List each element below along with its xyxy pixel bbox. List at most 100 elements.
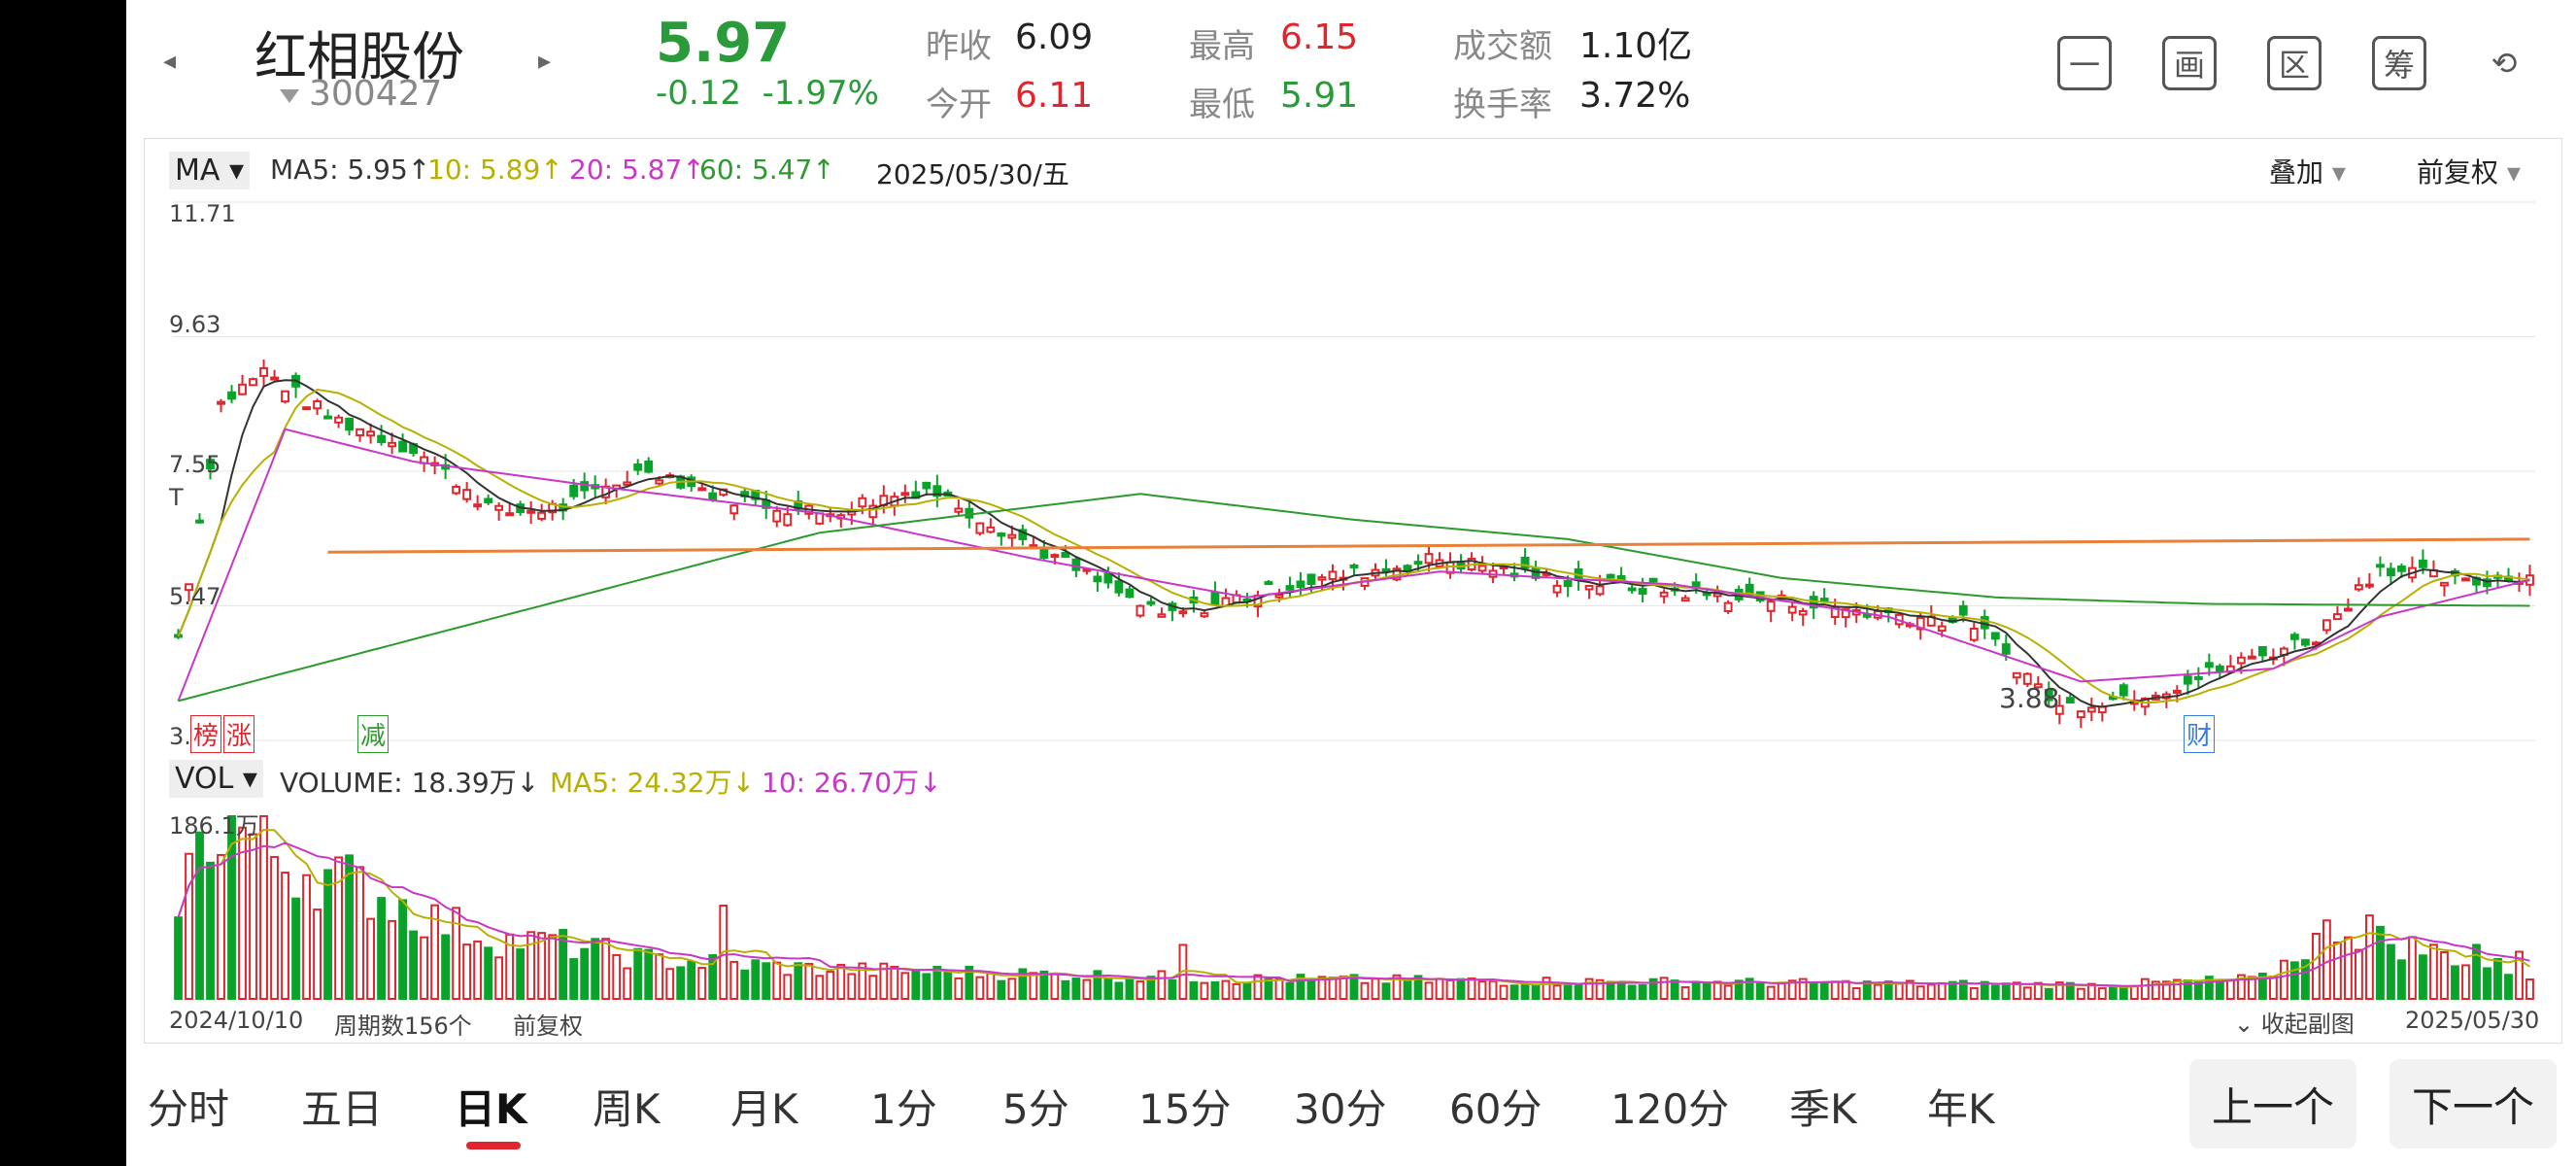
- candle-body: [2419, 559, 2427, 568]
- candle-body: [2397, 566, 2406, 572]
- volume-bar: [2322, 919, 2331, 1000]
- reduce-badge[interactable]: 减: [357, 715, 390, 753]
- volume-bar: [441, 934, 451, 1001]
- volume-bar: [259, 815, 268, 1000]
- tab-30min[interactable]: 30分: [1294, 1077, 1386, 1136]
- tab-daily-k[interactable]: 日K: [455, 1077, 527, 1136]
- volume-bar: [612, 953, 622, 1001]
- candle-body: [2289, 634, 2299, 640]
- tab-15min[interactable]: 15分: [1138, 1077, 1231, 1136]
- candle-body: [697, 487, 707, 492]
- volume-bar: [1445, 979, 1455, 1001]
- candle-body: [1424, 553, 1434, 565]
- candle-body: [2387, 567, 2395, 577]
- tab-60min[interactable]: 60分: [1449, 1077, 1542, 1136]
- volume-bar: [452, 907, 461, 1000]
- volume-bar: [815, 975, 825, 1000]
- volume-bar: [2289, 961, 2299, 1000]
- tab-5min[interactable]: 5分: [1002, 1077, 1069, 1136]
- tab-120min[interactable]: 120分: [1610, 1077, 1729, 1136]
- price-tick: 9.63: [169, 311, 221, 338]
- candle-body: [227, 391, 236, 400]
- collapse-subchart-button[interactable]: ⌄ 收起副图: [2234, 1005, 2355, 1039]
- volume-bar: [1125, 977, 1135, 1000]
- tab-intraday[interactable]: 分时: [148, 1077, 229, 1136]
- candle-body: [1071, 558, 1081, 571]
- volume-bar: [398, 899, 408, 1000]
- volume-bar: [900, 972, 910, 1000]
- volume-bar: [762, 962, 771, 1001]
- volume-bar: [623, 967, 632, 1001]
- candle-body: [1146, 600, 1156, 605]
- candle-body: [2076, 710, 2085, 719]
- candle-body: [708, 492, 718, 501]
- volume-bar: [986, 973, 996, 1001]
- volume-bar: [195, 831, 204, 1000]
- candle-body: [1039, 547, 1049, 559]
- volume-bar: [1157, 970, 1167, 1001]
- candle-body: [1061, 551, 1070, 559]
- candle-body: [655, 479, 664, 485]
- volume-bar: [569, 958, 579, 1000]
- price-tick: 11.71: [169, 200, 236, 227]
- candle-body: [2300, 638, 2310, 646]
- candle-body: [1552, 584, 1562, 594]
- prev-stock-button[interactable]: 上一个: [2189, 1059, 2356, 1149]
- limit-up-badge[interactable]: 涨: [223, 715, 255, 753]
- volume-bar: [1980, 980, 1989, 1001]
- next-stock-button[interactable]: 下一个: [2390, 1059, 2557, 1149]
- volume-bar: [1360, 981, 1370, 1001]
- volume-bar: [783, 974, 793, 1000]
- candle-body: [2065, 697, 2075, 704]
- volume-bar: [794, 962, 803, 1000]
- volume-bar: [1242, 981, 1252, 1001]
- volume-bar: [1851, 987, 1861, 1000]
- volume-bar: [655, 953, 664, 1001]
- tab-yearly-k[interactable]: 年K: [1927, 1077, 1995, 1136]
- volume-bar: [580, 947, 590, 1000]
- candle-body: [2118, 684, 2128, 697]
- volume-bar: [1274, 977, 1284, 1000]
- candle-body: [1627, 587, 1637, 592]
- volume-bar: [1990, 984, 2000, 1000]
- volume-bar: [1830, 980, 1840, 1000]
- tab-1min[interactable]: 1分: [870, 1077, 937, 1136]
- volume-bar: [1542, 977, 1551, 1001]
- candle-body: [2183, 675, 2192, 685]
- kline-chart[interactable]: [126, 0, 2576, 1049]
- tab-monthly-k[interactable]: 月K: [730, 1077, 798, 1136]
- volume-bar: [2076, 987, 2085, 1000]
- volume-bar: [1766, 985, 1776, 1001]
- volume-max-tick: 186.1万: [169, 812, 259, 840]
- candle-body: [388, 441, 397, 448]
- volume-bar: [345, 854, 354, 1001]
- volume-bar: [1135, 980, 1145, 1000]
- volume-bar: [334, 856, 343, 1000]
- volume-bar: [409, 930, 419, 1001]
- volume-bar: [2429, 943, 2438, 1001]
- tab-quarterly-k[interactable]: 季K: [1789, 1077, 1857, 1136]
- volume-bar: [2001, 982, 2011, 1000]
- volume-bar: [1381, 982, 1391, 1001]
- volume-bar: [1606, 980, 1615, 1000]
- volume-bar: [1755, 981, 1765, 1001]
- volume-bar: [1082, 978, 1092, 1001]
- period-count: 周期数156个: [334, 1012, 472, 1040]
- rank-badge[interactable]: 榜: [190, 715, 222, 753]
- finance-badge[interactable]: 财: [2184, 715, 2216, 753]
- volume-bar: [1873, 983, 1882, 1001]
- volume-bar: [1221, 979, 1231, 1000]
- volume-bar: [1114, 981, 1124, 1001]
- volume-bar: [516, 948, 525, 1001]
- volume-bar: [1488, 979, 1498, 1000]
- candle-body: [345, 417, 354, 431]
- volume-bar: [1264, 977, 1273, 1001]
- candle-body: [569, 484, 579, 497]
- volume-bar: [697, 967, 707, 1000]
- volume-bar: [1574, 983, 1583, 1001]
- candle-body: [644, 460, 654, 473]
- volume-bar: [1638, 983, 1647, 1001]
- tab-five-day[interactable]: 五日: [301, 1077, 383, 1136]
- tab-weekly-k[interactable]: 周K: [593, 1077, 661, 1136]
- ma60-line: [178, 493, 2530, 703]
